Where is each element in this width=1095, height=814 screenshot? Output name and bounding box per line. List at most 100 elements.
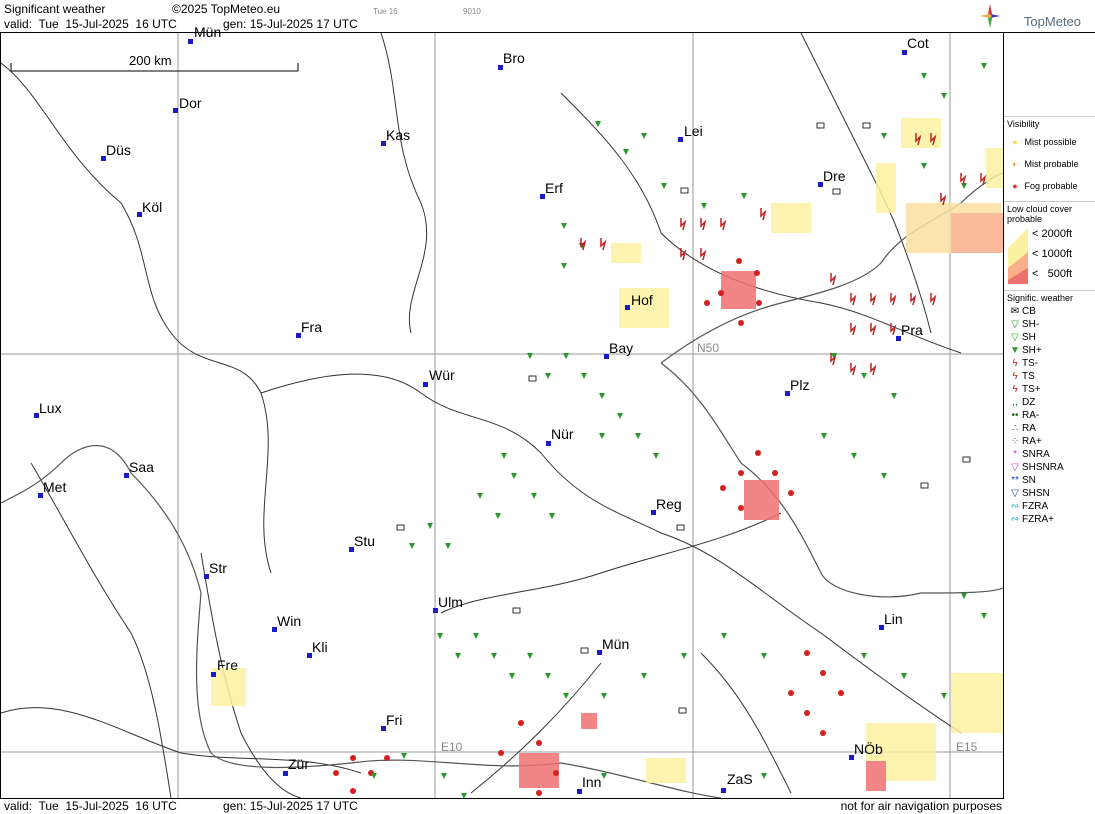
city-label: Nür <box>551 426 574 442</box>
footer-gen: gen: 15-Jul-2025 17 UTC <box>223 799 358 813</box>
city-label: Lei <box>684 123 703 139</box>
lowcloud-2000: < 2000ft <box>1032 228 1073 240</box>
copyright: ©2025 TopMeteo.eu <box>172 2 281 16</box>
city-label: Cot <box>907 35 929 51</box>
fog-probable-icon: ● <box>1012 181 1018 191</box>
visibility-title: Visibility <box>1007 119 1040 129</box>
footer-valid: valid: Tue 15-Jul-2025 16 UTC <box>4 799 177 813</box>
city-label: Str <box>209 560 227 576</box>
legend-label: TS- <box>1022 358 1039 369</box>
shower-heavy-icon: ▼ <box>1010 345 1020 356</box>
lowcloud-title: Low cloud cover probable <box>1007 204 1073 224</box>
city-label: Fra <box>301 319 322 335</box>
city-label: Inn <box>582 774 602 790</box>
legend-label: RA- <box>1022 410 1040 421</box>
city-label: Kas <box>386 127 411 143</box>
weather-map[interactable]: 200 km N50 E10 E15 Mün Bro Cot Dor Kas L… <box>0 24 1004 799</box>
legend-label: RA+ <box>1022 436 1042 447</box>
mist-possible-icon: ● <box>1012 137 1018 147</box>
city-label: Mün <box>602 636 630 652</box>
legend-label: SH+ <box>1022 345 1042 356</box>
city-label: Köl <box>142 199 163 215</box>
city-label: NÖb <box>854 741 883 757</box>
snow-rain-icon: * <box>1013 449 1017 460</box>
drizzle-icon: ,, <box>1012 397 1018 408</box>
legend-shsnra: ▽ SHSNRA <box>1004 461 1095 474</box>
topmeteo-logo[interactable]: TopMeteo <box>1024 14 1081 29</box>
legend-ra-minus: •• RA- <box>1004 409 1095 422</box>
legend-label: TS <box>1022 371 1035 382</box>
run-code: 9010 <box>463 7 481 16</box>
footer: valid: Tue 15-Jul-2025 16 UTC gen: 15-Ju… <box>0 799 1004 814</box>
city-label: Mün <box>194 24 222 40</box>
legend-dz: ,, DZ <box>1004 396 1095 409</box>
legend-label: FZRA+ <box>1022 514 1054 525</box>
city-label: Pra <box>901 322 923 338</box>
thunderstorm-light-icon: ϟ <box>1012 358 1018 369</box>
legend-panel: Visibility ● Mist possible ◐ Mist probab… <box>1004 32 1095 800</box>
legend-fzra-plus: ∾ FZRA+ <box>1004 513 1095 526</box>
city-label: Lux <box>39 400 62 416</box>
cb-icon: ✉ <box>1010 306 1020 317</box>
thunderstorm-heavy-icon: ϟ <box>1012 384 1018 395</box>
shower-light-icon: ▽ <box>1011 319 1019 330</box>
city-label: Fre <box>217 657 238 673</box>
city-dot <box>721 788 726 793</box>
legend-label: CB <box>1022 306 1036 317</box>
grid-label-e15: E15 <box>956 740 978 754</box>
legend-sh: ▽ SH <box>1004 331 1095 344</box>
rain-light-icon: •• <box>1011 410 1019 421</box>
day-tab[interactable]: Tue 16 <box>373 5 398 19</box>
valid-time: valid: Tue 15-Jul-2025 16 UTC <box>4 17 177 31</box>
snow-shower-icon: ▽ <box>1011 488 1019 499</box>
city-label: Dre <box>823 168 846 184</box>
city-label: Plz <box>790 377 810 393</box>
legend-snra: * SNRA <box>1004 448 1095 461</box>
chart-title: Significant weather <box>4 2 106 16</box>
city-label: Reg <box>656 496 682 512</box>
legend-label: TS+ <box>1022 384 1041 395</box>
city-label: Fri <box>386 712 403 728</box>
legend-shsn: ▽ SHSN <box>1004 487 1095 500</box>
legend-label: SHSNRA <box>1022 462 1064 473</box>
thunderstorm-icon: ϟ <box>1012 371 1018 382</box>
legend-label: RA <box>1022 423 1036 434</box>
lowcloud-500: < 500ft <box>1032 268 1073 280</box>
city-label: Düs <box>106 142 131 158</box>
city-dot <box>625 305 630 310</box>
legend-label: SN <box>1022 475 1036 486</box>
legend-visibility: Visibility ● Mist possible ◐ Mist probab… <box>1004 116 1095 197</box>
snow-icon: ** <box>1011 475 1019 486</box>
city-label: Saa <box>129 459 154 475</box>
legend-label: DZ <box>1022 397 1036 408</box>
city-label: Ulm <box>438 594 463 610</box>
city-label: ZaS <box>727 771 753 787</box>
signif-title: Signific. weather <box>1007 293 1074 303</box>
grid-label-e10: E10 <box>441 740 463 754</box>
legend-ts-minus: ϟ TS- <box>1004 357 1095 370</box>
lowcloud-1000: < 1000ft <box>1032 248 1073 260</box>
rain-icon: ∴ <box>1011 423 1019 434</box>
city-dot <box>188 39 193 44</box>
legend-cb: ✉ CB <box>1004 305 1095 318</box>
shower-icon: ▽ <box>1011 332 1019 343</box>
scale-label: 200 km <box>129 53 172 68</box>
grid-label-n50: N50 <box>697 341 720 355</box>
city-label: Bay <box>609 340 634 356</box>
city-label: Bro <box>503 50 525 66</box>
compass-logo-icon <box>980 4 1000 28</box>
legend-sh-minus: ▽ SH- <box>1004 318 1095 331</box>
city-dot <box>173 108 178 113</box>
city-label: Lin <box>884 611 903 627</box>
city-dot <box>678 137 683 142</box>
legend-label: FZRA <box>1022 501 1049 512</box>
city-label: Wür <box>429 367 455 383</box>
city-label: Erf <box>545 180 563 196</box>
legend-ts: ϟ TS <box>1004 370 1095 383</box>
city-label: Zür <box>288 756 309 772</box>
city-label: Met <box>43 479 67 495</box>
city-label: Dor <box>179 95 202 111</box>
legend-label: SHSN <box>1022 488 1050 499</box>
legend-label: Fog probable <box>1024 181 1078 191</box>
legend-mist-possible: ● Mist possible <box>1004 131 1095 153</box>
